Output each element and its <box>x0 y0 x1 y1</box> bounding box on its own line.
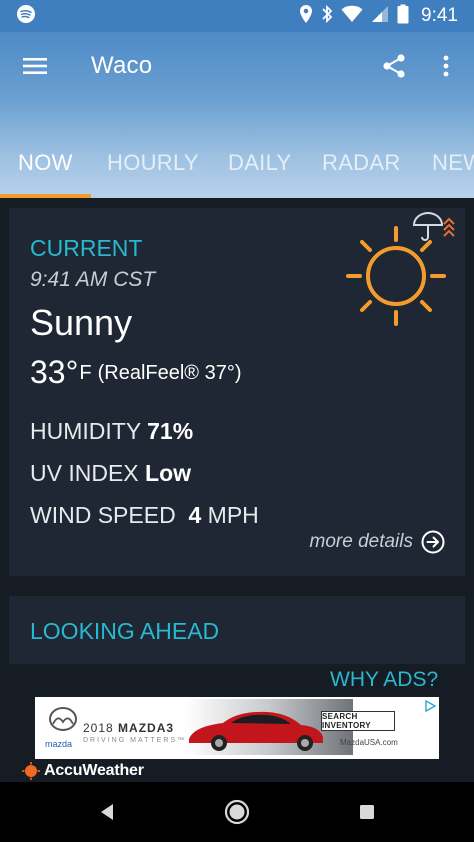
share-icon <box>383 54 405 78</box>
umbrella-icon[interactable] <box>411 209 445 243</box>
tab-radar[interactable]: RADAR <box>322 150 401 176</box>
bluetooth-icon <box>321 4 333 29</box>
home-button[interactable] <box>221 796 253 828</box>
tab-indicator <box>0 194 91 198</box>
temperature-value: 33° <box>30 354 79 390</box>
observation-time: 9:41 AM CST <box>30 268 156 291</box>
tab-now[interactable]: NOW <box>18 150 73 176</box>
uv-index-label: UV INDEX <box>30 460 139 486</box>
severe-weather-alert-icon[interactable] <box>442 216 456 238</box>
accuweather-brand: AccuWeather <box>22 762 144 780</box>
adchoices-icon[interactable] <box>423 699 437 713</box>
back-button[interactable] <box>91 796 123 828</box>
looking-ahead-heading: LOOKING AHEAD <box>30 618 220 644</box>
arrow-circle-right-icon <box>421 530 445 554</box>
looking-ahead-card[interactable]: LOOKING AHEAD <box>9 596 465 664</box>
menu-icon <box>23 58 47 74</box>
spotify-icon <box>16 4 36 29</box>
recents-icon <box>360 805 374 819</box>
weather-condition: Sunny <box>30 302 133 343</box>
status-time: 9:41 <box>421 5 458 26</box>
tab-news[interactable]: NEW <box>432 150 474 176</box>
menu-button[interactable] <box>18 52 52 80</box>
ad-brand-name: mazda <box>45 739 72 749</box>
wind-speed-row: WIND SPEED 4 MPH <box>30 502 259 529</box>
uv-index-value: Low <box>145 460 192 486</box>
humidity-label: HUMIDITY <box>30 418 141 444</box>
current-conditions-card[interactable]: CURRENT 9:41 AM CST Sunny 33° F (RealFee… <box>9 208 465 576</box>
share-button[interactable] <box>378 50 410 82</box>
accuweather-logo-text: AccuWeather <box>44 762 144 779</box>
temperature-row: 33° F (RealFeel® 37°) <box>30 354 242 391</box>
signal-icon <box>371 5 389 28</box>
more-details-link[interactable]: more details <box>310 530 446 554</box>
tab-bar: NOW HOURLY DAILY RADAR NEW <box>0 144 474 198</box>
wind-speed-label: WIND SPEED <box>30 502 176 528</box>
recents-button[interactable] <box>351 796 383 828</box>
more-options-button[interactable] <box>434 50 458 82</box>
wind-speed-value: 4 <box>188 502 202 528</box>
ad-model-year: 2018 <box>83 721 114 735</box>
realfeel-value: (RealFeel® 37°) <box>97 362 242 384</box>
ad-model: 2018 MAZDA3 <box>83 721 174 735</box>
temperature-unit: F <box>79 362 92 384</box>
tab-hourly[interactable]: HOURLY <box>107 150 199 176</box>
ad-banner[interactable]: mazda 2018 MAZDA3 DRIVING MATTERS™ SEARC… <box>35 697 439 759</box>
header: Waco NOW HOURLY DAILY RADAR NEW <box>0 32 474 198</box>
wifi-icon <box>341 5 363 28</box>
back-icon <box>101 804 113 820</box>
wind-speed-unit: MPH <box>207 502 259 528</box>
ad-cta-button[interactable]: SEARCH INVENTORY <box>321 711 395 731</box>
app-bar: Waco <box>0 32 474 100</box>
accuweather-sun-icon <box>22 762 40 780</box>
location-title[interactable]: Waco <box>91 52 152 80</box>
ad-url: MazdaUSA.com <box>340 738 398 747</box>
home-icon <box>224 799 250 825</box>
location-icon <box>299 4 313 29</box>
tab-daily[interactable]: DAILY <box>228 150 291 176</box>
more-vert-icon <box>443 55 449 77</box>
more-details-label: more details <box>309 531 414 552</box>
humidity-row: HUMIDITY 71% <box>30 418 193 445</box>
ad-tagline: DRIVING MATTERS™ <box>83 737 187 744</box>
status-bar: 9:41 <box>0 0 474 32</box>
why-ads-link[interactable]: WHY ADS? <box>330 668 438 692</box>
system-navigation-bar <box>0 782 474 842</box>
current-heading: CURRENT <box>30 235 143 261</box>
uv-index-row: UV INDEX Low <box>30 460 191 487</box>
humidity-value: 71% <box>147 418 194 444</box>
ad-model-name: MAZDA3 <box>118 721 175 735</box>
mazda-logo-icon: mazda <box>45 707 77 749</box>
battery-icon <box>397 4 409 29</box>
